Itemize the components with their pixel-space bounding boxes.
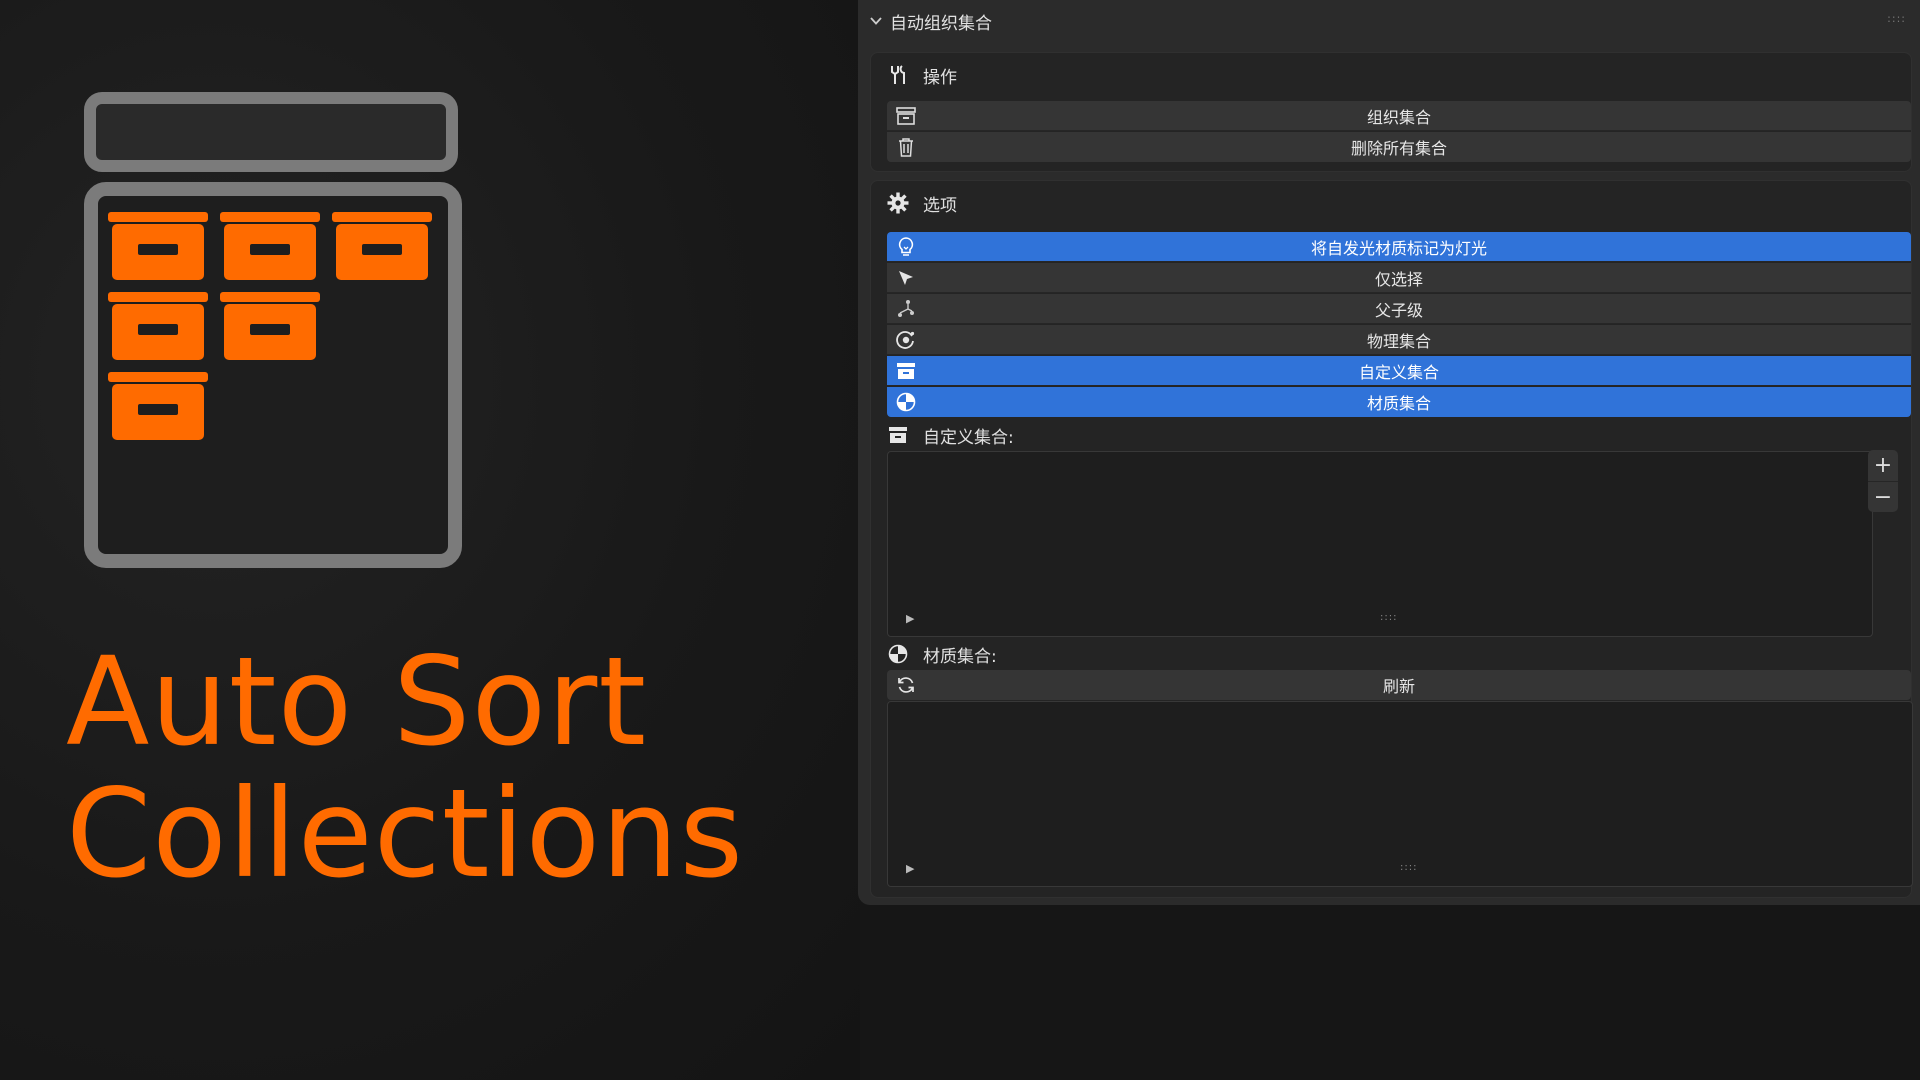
operations-section: 操作 组织集合 删除所有集合	[870, 52, 1912, 172]
logo-box	[332, 212, 432, 280]
refresh-icon	[895, 674, 917, 696]
list-expand-icon[interactable]: ▶	[906, 862, 914, 875]
trash-icon	[895, 136, 917, 158]
chevron-down-icon	[870, 17, 882, 25]
logo-box	[108, 372, 208, 440]
material-sphere-icon	[895, 391, 917, 413]
organize-collections-button[interactable]: 组织集合	[887, 101, 1911, 131]
custom-collection-toggle[interactable]: 自定义集合	[887, 356, 1911, 386]
list-expand-icon[interactable]: ▶	[906, 612, 914, 625]
collection-box-icon	[887, 424, 909, 446]
operations-header[interactable]: 操作	[887, 55, 957, 95]
refresh-label: 刷新	[1382, 677, 1415, 696]
material-collection-toggle[interactable]: 材质集合	[887, 387, 1911, 417]
selected-only-label: 仅选择	[1374, 269, 1423, 289]
emissive-as-light-label: 将自发光材质标记为灯光	[1310, 238, 1487, 258]
parent-child-toggle[interactable]: 父子级	[887, 294, 1911, 324]
material-collection-label: 材质集合	[1366, 394, 1431, 413]
custom-collection-label: 自定义集合	[1358, 362, 1439, 382]
logo-body	[84, 182, 462, 568]
emissive-as-light-toggle[interactable]: 将自发光材质标记为灯光	[887, 232, 1911, 262]
collection-box-icon	[895, 360, 917, 382]
addon-logo	[84, 92, 462, 568]
logo-top-bar	[84, 92, 458, 172]
operations-title: 操作	[923, 67, 957, 88]
options-section: 选项 将自发光材质标记为灯光 仅选择 父子级 物理集合 自定义集合 材质集合 自…	[870, 180, 1913, 898]
delete-all-collections-button[interactable]: 删除所有集合	[887, 132, 1911, 162]
logo-box	[220, 212, 320, 280]
material-sphere-icon	[887, 643, 909, 665]
hierarchy-icon	[895, 298, 917, 320]
gear-icon	[887, 192, 909, 214]
logo-box	[220, 292, 320, 360]
logo-box	[108, 212, 208, 280]
lightbulb-icon	[895, 236, 917, 258]
custom-list-controls: + −	[1868, 450, 1898, 512]
panel-drag-grip[interactable]: ::::	[1887, 12, 1906, 25]
physics-icon	[895, 329, 917, 351]
custom-collections-heading: 自定义集合:	[887, 421, 1014, 449]
custom-collections-label: 自定义集合:	[923, 427, 1014, 448]
selected-only-toggle[interactable]: 仅选择	[887, 263, 1911, 293]
options-header[interactable]: 选项	[887, 183, 957, 223]
material-collections-label: 材质集合:	[923, 646, 997, 667]
remove-item-button[interactable]: −	[1868, 481, 1898, 513]
options-title: 选项	[923, 195, 957, 216]
physics-collection-label: 物理集合	[1366, 331, 1431, 351]
material-collections-list[interactable]: ▶ ::::	[887, 701, 1913, 887]
organize-collections-label: 组织集合	[1366, 107, 1431, 127]
custom-collections-list[interactable]: ▶ ::::	[887, 451, 1873, 637]
panel-title: 自动组织集合	[890, 13, 992, 34]
tools-icon	[887, 64, 909, 86]
collection-box-icon	[895, 105, 917, 127]
hero-title-line1: Auto Sort	[66, 631, 648, 773]
add-item-button[interactable]: +	[1868, 450, 1898, 481]
cursor-icon	[895, 267, 917, 289]
parent-child-label: 父子级	[1374, 300, 1423, 320]
list-resize-grip[interactable]: ::::	[1380, 612, 1397, 623]
list-resize-grip[interactable]: ::::	[1400, 862, 1417, 873]
logo-box	[108, 292, 208, 360]
addon-panel: 自动组织集合 :::: 操作 组织集合 删除所有集合 选项 将自发光材质标记为灯…	[858, 0, 1920, 905]
physics-collection-toggle[interactable]: 物理集合	[887, 325, 1911, 355]
hero-title-line2: Collections	[66, 763, 745, 905]
material-collections-heading: 材质集合:	[887, 640, 997, 668]
delete-all-collections-label: 删除所有集合	[1350, 139, 1447, 158]
hero-title: Auto Sort Collections	[66, 636, 744, 900]
refresh-button[interactable]: 刷新	[887, 670, 1911, 700]
panel-header[interactable]: 自动组织集合 ::::	[858, 0, 1920, 42]
